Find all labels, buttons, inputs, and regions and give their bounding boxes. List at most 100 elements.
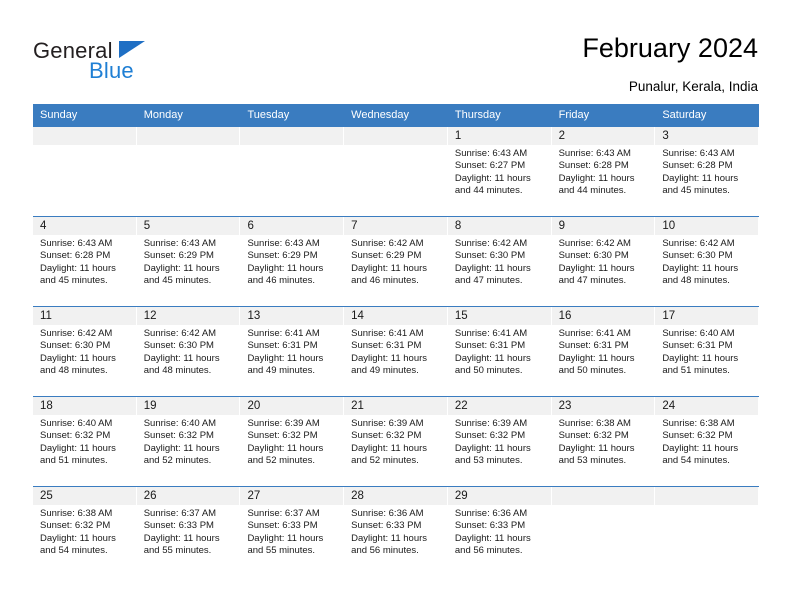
- sunset-text: Sunset: 6:32 PM: [40, 520, 111, 532]
- sunrise-text: Sunrise: 6:43 AM: [143, 238, 217, 249]
- daylight-text-line2: and 45 minutes.: [40, 274, 108, 286]
- day-number: 27: [240, 487, 344, 505]
- day-details: Sunrise: 6:42 AM Sunset: 6:30 PM Dayligh…: [448, 235, 551, 287]
- day-details: Sunrise: 6:43 AM Sunset: 6:28 PM Dayligh…: [552, 145, 655, 197]
- day-cell[interactable]: 5 Sunrise: 6:43 AM Sunset: 6:29 PM Dayli…: [136, 217, 241, 306]
- day-cell[interactable]: 2 Sunrise: 6:43 AM Sunset: 6:28 PM Dayli…: [551, 127, 656, 216]
- general-blue-logo[interactable]: General Blue: [33, 38, 213, 88]
- day-cell: [136, 127, 241, 216]
- day-cell[interactable]: 27 Sunrise: 6:37 AM Sunset: 6:33 PM Dayl…: [240, 487, 345, 576]
- day-details: Sunrise: 6:42 AM Sunset: 6:30 PM Dayligh…: [33, 325, 136, 377]
- daylight-text-line2: and 48 minutes.: [40, 364, 108, 376]
- day-cell: [344, 127, 448, 216]
- day-details: Sunrise: 6:42 AM Sunset: 6:29 PM Dayligh…: [344, 235, 447, 287]
- day-cell[interactable]: 22 Sunrise: 6:39 AM Sunset: 6:32 PM Dayl…: [447, 397, 552, 486]
- daylight-text-line1: Daylight: 11 hours: [558, 352, 635, 364]
- logo-triangle-icon: [119, 41, 145, 58]
- day-number: 14: [344, 307, 447, 325]
- daylight-text-line1: Daylight: 11 hours: [40, 262, 116, 274]
- daylight-text-line1: Daylight: 11 hours: [351, 532, 428, 544]
- day-cell[interactable]: 13 Sunrise: 6:41 AM Sunset: 6:31 PM Dayl…: [240, 307, 345, 396]
- day-details: Sunrise: 6:42 AM Sunset: 6:30 PM Dayligh…: [137, 325, 240, 377]
- sunset-text: Sunset: 6:29 PM: [143, 250, 214, 262]
- daylight-text-line2: and 54 minutes.: [40, 544, 108, 556]
- sunrise-text: Sunrise: 6:40 AM: [40, 418, 113, 429]
- sunrise-text: Sunrise: 6:42 AM: [143, 328, 217, 339]
- day-cell[interactable]: 23 Sunrise: 6:38 AM Sunset: 6:32 PM Dayl…: [551, 397, 656, 486]
- sunset-text: Sunset: 6:33 PM: [351, 520, 422, 532]
- day-number: 10: [655, 217, 759, 235]
- day-cell[interactable]: 1 Sunrise: 6:43 AM Sunset: 6:27 PM Dayli…: [447, 127, 552, 216]
- day-details: Sunrise: 6:40 AM Sunset: 6:32 PM Dayligh…: [33, 415, 136, 467]
- day-cell[interactable]: 7 Sunrise: 6:42 AM Sunset: 6:29 PM Dayli…: [344, 217, 448, 306]
- day-cell[interactable]: 6 Sunrise: 6:43 AM Sunset: 6:29 PM Dayli…: [240, 217, 345, 306]
- weekday-header-saturday: Saturday: [662, 109, 707, 121]
- sunset-text: Sunset: 6:33 PM: [454, 520, 526, 532]
- daylight-text-line1: Daylight: 11 hours: [454, 442, 531, 454]
- sunrise-text: Sunrise: 6:36 AM: [454, 508, 528, 519]
- day-cell[interactable]: 15 Sunrise: 6:41 AM Sunset: 6:31 PM Dayl…: [447, 307, 552, 396]
- day-cell[interactable]: 29 Sunrise: 6:36 AM Sunset: 6:33 PM Dayl…: [447, 487, 552, 576]
- day-number: 16: [551, 307, 655, 325]
- day-cell[interactable]: 19 Sunrise: 6:40 AM Sunset: 6:32 PM Dayl…: [136, 397, 241, 486]
- day-cell[interactable]: 8 Sunrise: 6:42 AM Sunset: 6:30 PM Dayli…: [447, 217, 552, 306]
- daylight-text-line2: and 52 minutes.: [143, 454, 212, 466]
- daylight-text-line2: and 44 minutes.: [454, 184, 523, 196]
- day-details: Sunrise: 6:43 AM Sunset: 6:27 PM Dayligh…: [448, 145, 551, 197]
- day-details: [137, 145, 240, 148]
- day-number: 15: [447, 307, 551, 325]
- day-cell[interactable]: 3 Sunrise: 6:43 AM Sunset: 6:28 PM Dayli…: [655, 127, 760, 216]
- day-number: 8: [447, 217, 551, 235]
- day-cell[interactable]: 12 Sunrise: 6:42 AM Sunset: 6:30 PM Dayl…: [136, 307, 241, 396]
- day-cell[interactable]: 10 Sunrise: 6:42 AM Sunset: 6:30 PM Dayl…: [655, 217, 760, 306]
- week-row: 4 Sunrise: 6:43 AM Sunset: 6:28 PM Dayli…: [33, 216, 760, 306]
- week-row: 25 Sunrise: 6:38 AM Sunset: 6:32 PM Dayl…: [33, 486, 760, 576]
- day-cell[interactable]: 11 Sunrise: 6:42 AM Sunset: 6:30 PM Dayl…: [33, 307, 137, 396]
- day-cell[interactable]: 17 Sunrise: 6:40 AM Sunset: 6:31 PM Dayl…: [655, 307, 760, 396]
- sunset-text: Sunset: 6:32 PM: [351, 430, 422, 442]
- sunrise-text: Sunrise: 6:43 AM: [40, 238, 113, 249]
- daylight-text-line1: Daylight: 11 hours: [247, 262, 324, 274]
- weekday-header-thursday: Thursday: [454, 109, 501, 121]
- daylight-text-line2: and 53 minutes.: [454, 454, 523, 466]
- day-details: Sunrise: 6:43 AM Sunset: 6:29 PM Dayligh…: [240, 235, 343, 287]
- day-number: [344, 127, 447, 145]
- sunrise-text: Sunrise: 6:42 AM: [454, 238, 528, 249]
- daylight-text-line1: Daylight: 11 hours: [558, 172, 635, 184]
- sunset-text: Sunset: 6:31 PM: [454, 340, 526, 352]
- sunset-text: Sunset: 6:28 PM: [662, 160, 733, 172]
- day-details: Sunrise: 6:38 AM Sunset: 6:32 PM Dayligh…: [552, 415, 655, 467]
- day-cell[interactable]: 16 Sunrise: 6:41 AM Sunset: 6:31 PM Dayl…: [551, 307, 656, 396]
- daylight-text-line1: Daylight: 11 hours: [454, 532, 531, 544]
- daylight-text-line2: and 44 minutes.: [558, 184, 627, 196]
- day-cell[interactable]: 4 Sunrise: 6:43 AM Sunset: 6:28 PM Dayli…: [33, 217, 137, 306]
- day-number: 28: [344, 487, 447, 505]
- sunrise-text: Sunrise: 6:42 AM: [662, 238, 735, 249]
- page-title: February 2024: [582, 33, 758, 63]
- daylight-text-line1: Daylight: 11 hours: [40, 532, 116, 544]
- day-cell[interactable]: 28 Sunrise: 6:36 AM Sunset: 6:33 PM Dayl…: [344, 487, 448, 576]
- sunset-text: Sunset: 6:29 PM: [247, 250, 318, 262]
- page-header: General Blue February 2024 Punalur, Kera…: [0, 0, 792, 103]
- day-details: Sunrise: 6:39 AM Sunset: 6:32 PM Dayligh…: [240, 415, 343, 467]
- day-cell[interactable]: 9 Sunrise: 6:42 AM Sunset: 6:30 PM Dayli…: [551, 217, 656, 306]
- sunset-text: Sunset: 6:32 PM: [40, 430, 111, 442]
- day-number: 23: [551, 397, 655, 415]
- day-cell[interactable]: 25 Sunrise: 6:38 AM Sunset: 6:32 PM Dayl…: [33, 487, 137, 576]
- daylight-text-line1: Daylight: 11 hours: [351, 442, 428, 454]
- day-number: 19: [136, 397, 240, 415]
- calendar-grid: Sunday Monday Tuesday Wednesday Thursday…: [33, 104, 760, 576]
- day-cell[interactable]: 24 Sunrise: 6:38 AM Sunset: 6:32 PM Dayl…: [655, 397, 760, 486]
- day-cell[interactable]: 18 Sunrise: 6:40 AM Sunset: 6:32 PM Dayl…: [33, 397, 137, 486]
- day-cell[interactable]: 21 Sunrise: 6:39 AM Sunset: 6:32 PM Dayl…: [344, 397, 448, 486]
- day-cell[interactable]: 26 Sunrise: 6:37 AM Sunset: 6:33 PM Dayl…: [136, 487, 241, 576]
- day-number: 5: [136, 217, 240, 235]
- daylight-text-line1: Daylight: 11 hours: [351, 352, 428, 364]
- sunrise-text: Sunrise: 6:41 AM: [454, 328, 528, 339]
- day-number: 22: [447, 397, 551, 415]
- sunset-text: Sunset: 6:30 PM: [454, 250, 526, 262]
- day-cell[interactable]: 14 Sunrise: 6:41 AM Sunset: 6:31 PM Dayl…: [344, 307, 448, 396]
- day-details: Sunrise: 6:41 AM Sunset: 6:31 PM Dayligh…: [344, 325, 447, 377]
- day-cell[interactable]: 20 Sunrise: 6:39 AM Sunset: 6:32 PM Dayl…: [240, 397, 345, 486]
- day-number: 9: [551, 217, 655, 235]
